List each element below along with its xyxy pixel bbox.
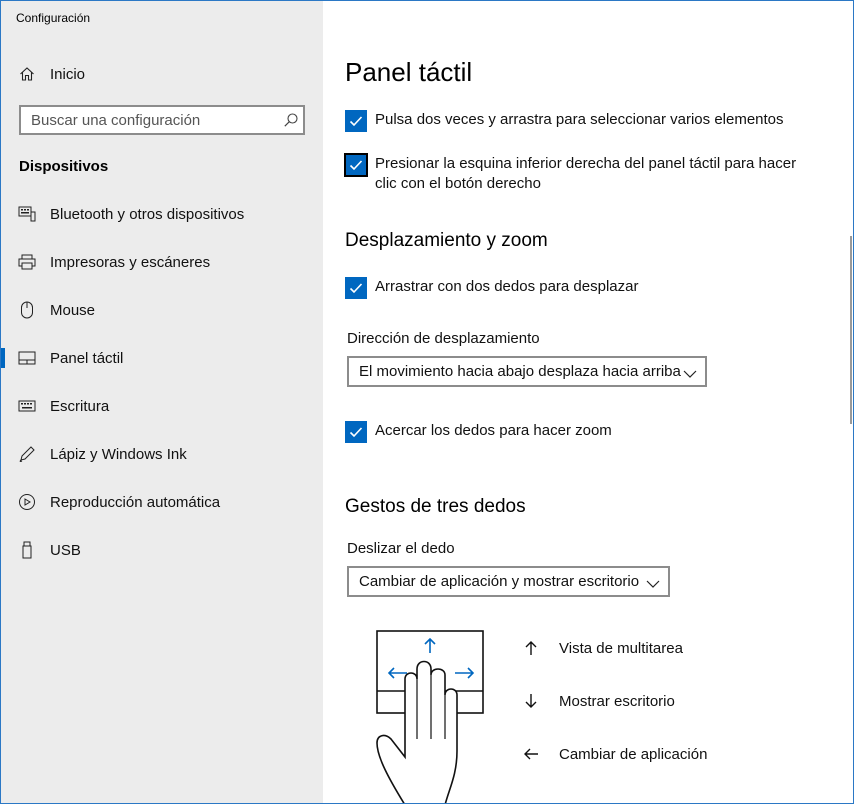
dropdown-value: El movimiento hacia abajo desplaza hacia…: [359, 363, 681, 380]
nav-home-label: Inicio: [50, 65, 86, 83]
search-box[interactable]: [19, 105, 305, 135]
checkbox-label: Presionar la esquina inferior derecha de…: [375, 155, 797, 192]
checkbox-row-double-tap-drag[interactable]: Pulsa dos veces y arrastra para seleccio…: [345, 110, 805, 132]
sidebar-item-label: USB: [50, 541, 81, 559]
scroll-direction-label: Dirección de desplazamiento: [347, 330, 540, 347]
scrollbar[interactable]: [850, 236, 852, 424]
swipe-label: Deslizar el dedo: [347, 540, 455, 557]
three-finger-gesture-illustration: [375, 629, 487, 803]
gesture-label: Vista de multitarea: [559, 639, 683, 657]
gesture-label: Mostrar escritorio: [559, 692, 675, 710]
usb-icon: [18, 541, 36, 559]
search-icon[interactable]: [283, 112, 299, 128]
page-title: Panel táctil: [345, 57, 473, 87]
touchpad-icon: [18, 349, 36, 367]
sidebar-item-bluetooth[interactable]: Bluetooth y otros dispositivos: [1, 194, 323, 234]
sidebar: Configuración Inicio Dispositivos Blueto…: [1, 1, 323, 803]
scroll-direction-dropdown[interactable]: El movimiento hacia abajo desplaza hacia…: [347, 356, 707, 387]
main-content: Panel táctil Pulsa dos veces y arrastra …: [323, 1, 853, 803]
checkbox-two-finger-drag[interactable]: [345, 277, 367, 299]
section-heading-scroll-zoom: Desplazamiento y zoom: [345, 230, 548, 251]
nav-home[interactable]: Inicio: [1, 54, 323, 94]
sidebar-item-label: Mouse: [50, 301, 96, 319]
checkbox-label: Pulsa dos veces y arrastra para seleccio…: [375, 111, 784, 128]
chevron-down-icon: [683, 366, 697, 378]
printer-icon: [18, 253, 36, 271]
checkmark-icon: [349, 116, 363, 127]
sidebar-item-label: Reproducción automática: [50, 493, 221, 511]
sidebar-item-printers[interactable]: Impresoras y escáneres: [1, 242, 323, 282]
checkmark-icon: [349, 160, 363, 171]
app-title: Configuración: [16, 11, 91, 25]
checkbox-row-pinch-zoom[interactable]: Acercar los dedos para hacer zoom: [345, 421, 805, 443]
checkmark-icon: [349, 283, 363, 294]
settings-window: Configuración Inicio Dispositivos Blueto…: [0, 0, 854, 804]
search-input[interactable]: [21, 107, 271, 133]
chevron-down-icon: [646, 576, 660, 588]
checkmark-icon: [349, 427, 363, 438]
sidebar-item-label: Impresoras y escáneres: [50, 253, 211, 271]
sidebar-item-touchpad[interactable]: Panel táctil: [1, 338, 323, 378]
arrow-up-icon: [521, 638, 541, 658]
arrow-left-icon: [521, 744, 541, 764]
mouse-icon: [18, 301, 36, 319]
checkbox-row-two-finger-drag[interactable]: Arrastrar con dos dedos para desplazar: [345, 277, 805, 299]
arrow-down-icon: [521, 691, 541, 711]
gesture-item-switch-app: Cambiar de aplicación: [521, 744, 707, 764]
keyboard-icon: [18, 397, 36, 415]
sidebar-item-label: Bluetooth y otros dispositivos: [50, 205, 245, 223]
checkbox-right-click-corner[interactable]: [344, 153, 368, 177]
sidebar-item-pen[interactable]: Lápiz y Windows Ink: [1, 434, 323, 474]
checkbox-double-tap-drag[interactable]: [345, 110, 367, 132]
pen-icon: [18, 445, 36, 463]
gesture-label: Cambiar de aplicación: [559, 745, 708, 763]
checkbox-label: Arrastrar con dos dedos para desplazar: [375, 278, 639, 295]
section-title: Dispositivos: [19, 158, 109, 175]
checkbox-row-right-click-corner[interactable]: Presionar la esquina inferior derecha de…: [344, 153, 805, 194]
sidebar-item-label: Panel táctil: [50, 349, 124, 367]
active-indicator: [1, 348, 5, 368]
bluetooth-devices-icon: [18, 205, 36, 223]
sidebar-item-autoplay[interactable]: Reproducción automática: [1, 482, 323, 522]
gesture-item-show-desktop: Mostrar escritorio: [521, 691, 675, 711]
sidebar-item-label: Lápiz y Windows Ink: [50, 445, 187, 463]
checkbox-label: Acercar los dedos para hacer zoom: [375, 422, 612, 439]
sidebar-item-label: Escritura: [50, 397, 110, 415]
swipe-dropdown[interactable]: Cambiar de aplicación y mostrar escritor…: [347, 566, 670, 597]
dropdown-value: Cambiar de aplicación y mostrar escritor…: [359, 573, 640, 590]
gesture-item-multitask: Vista de multitarea: [521, 638, 683, 658]
sidebar-item-typing[interactable]: Escritura: [1, 386, 323, 426]
home-icon: [18, 65, 36, 83]
checkbox-pinch-zoom[interactable]: [345, 421, 367, 443]
autoplay-icon: [18, 493, 36, 511]
sidebar-item-usb[interactable]: USB: [1, 530, 323, 570]
section-heading-three-finger: Gestos de tres dedos: [345, 496, 526, 517]
sidebar-item-mouse[interactable]: Mouse: [1, 290, 323, 330]
